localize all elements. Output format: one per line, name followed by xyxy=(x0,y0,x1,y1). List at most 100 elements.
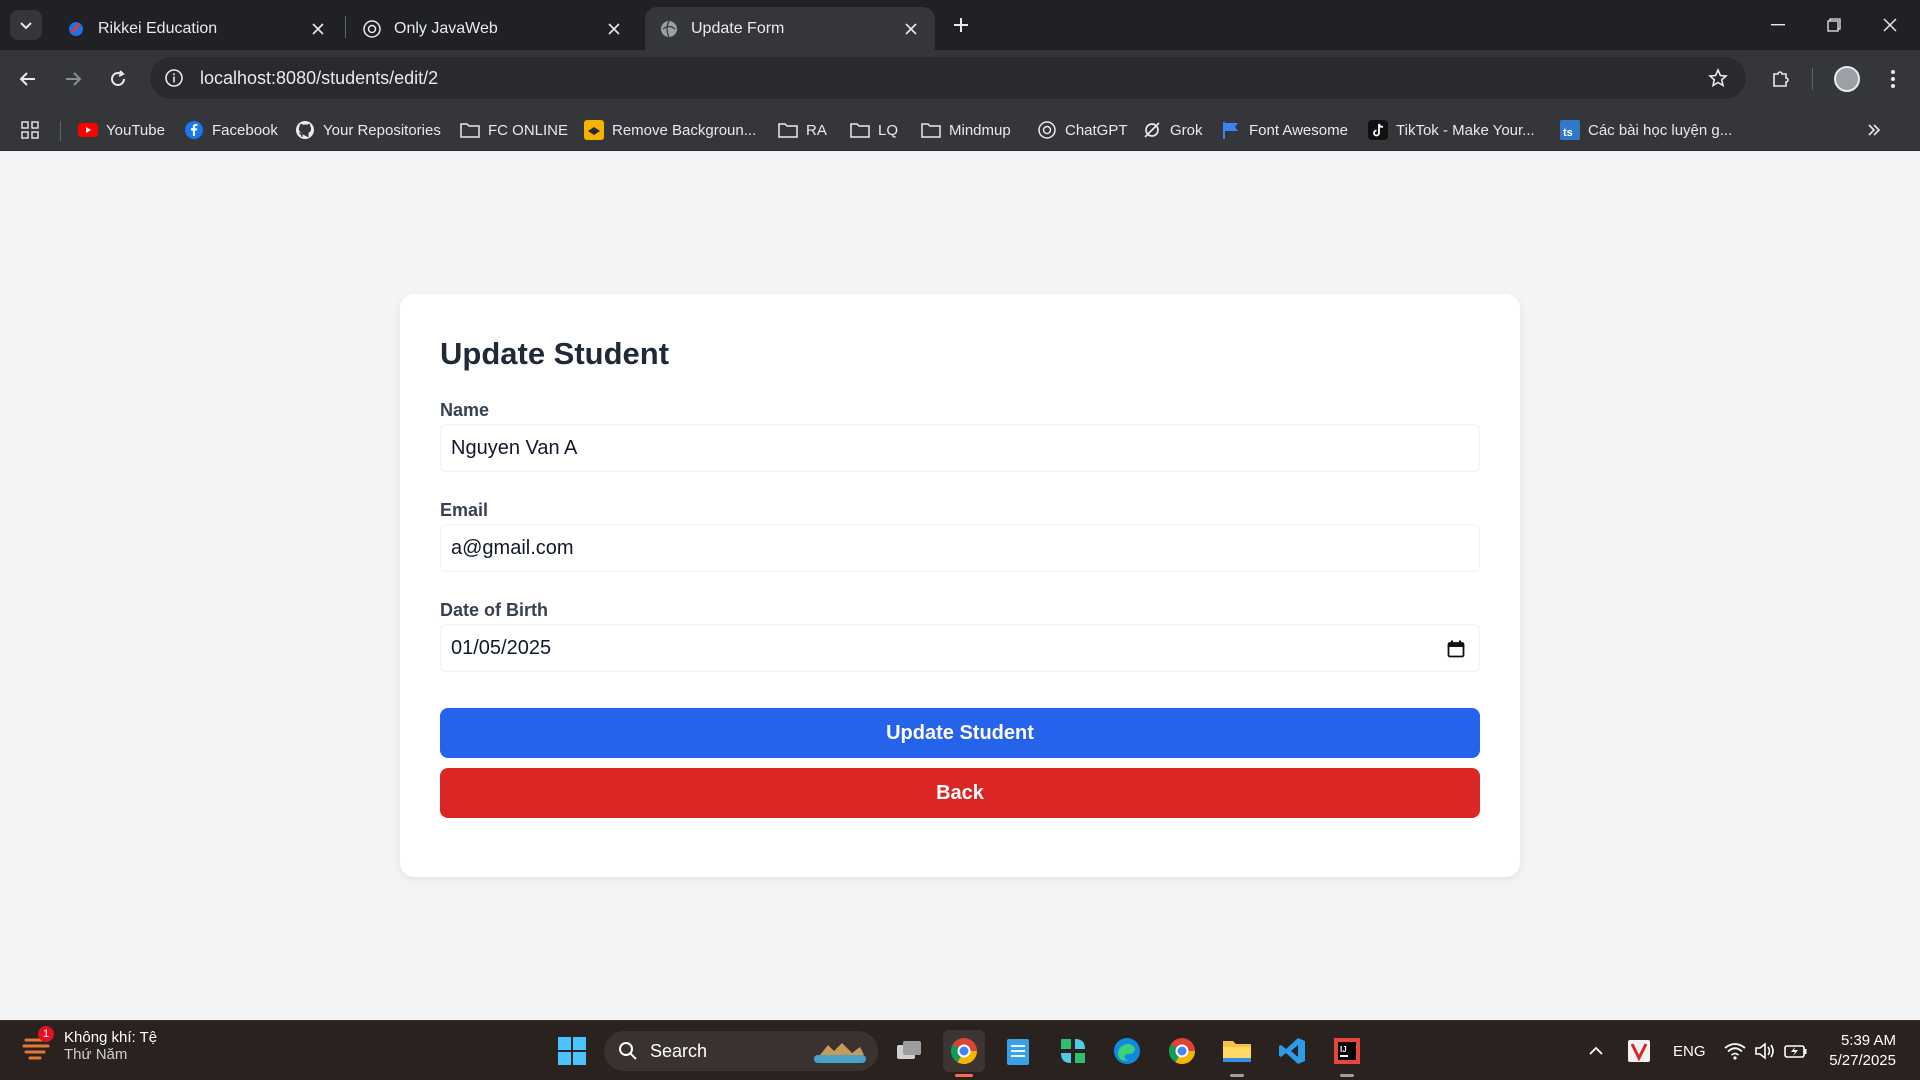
search-label: Search xyxy=(650,1040,708,1061)
bookmark-star-icon[interactable] xyxy=(1706,66,1730,90)
minimize-icon xyxy=(1771,24,1785,26)
new-tab-button[interactable] xyxy=(948,12,974,38)
network-button[interactable] xyxy=(1724,1021,1746,1080)
bookmark-your-repositories[interactable]: Your Repositories xyxy=(295,117,441,143)
v-app-icon xyxy=(1628,1040,1650,1062)
extensions-button[interactable] xyxy=(1764,62,1798,96)
system-clock[interactable]: 5:39 AM 5/27/2025 xyxy=(1829,1031,1896,1071)
bookmark-label: RA xyxy=(806,121,827,139)
bookmark-label: Your Repositories xyxy=(323,121,441,139)
youtube-icon xyxy=(78,120,98,140)
tab-search-button[interactable] xyxy=(10,10,42,40)
taskbar-chrome[interactable] xyxy=(1161,1030,1203,1072)
taskbar-intellij[interactable]: IJ xyxy=(1326,1030,1368,1077)
site-info-icon[interactable] xyxy=(162,66,186,90)
address-bar[interactable]: localhost:8080/students/edit/2 xyxy=(150,57,1746,99)
chatgpt-icon xyxy=(362,19,382,39)
font-awesome-icon xyxy=(1221,120,1241,140)
weather-widget[interactable]: 1 Không khí: Tệ Thứ Năm xyxy=(22,1026,157,1063)
bookmark-chatgpt[interactable]: ChatGPT xyxy=(1037,117,1128,143)
facebook-icon xyxy=(184,120,204,140)
bookmark-fc-online[interactable]: FC ONLINE xyxy=(460,117,568,143)
close-icon[interactable] xyxy=(308,19,328,39)
bookmark-label: FC ONLINE xyxy=(488,121,569,139)
task-view-button[interactable] xyxy=(888,1030,930,1072)
bookmark-ra[interactable]: RA xyxy=(778,117,827,143)
avatar xyxy=(1834,66,1860,92)
name-label: Name xyxy=(440,400,490,420)
restore-icon xyxy=(1827,18,1841,32)
tab-title: Rikkei Education xyxy=(98,19,218,37)
minimize-button[interactable] xyxy=(1750,0,1806,50)
bookmark-mindmup[interactable]: Mindmup xyxy=(921,117,1011,143)
tiktok-icon xyxy=(1368,120,1388,140)
ts-icon: ts xyxy=(1560,120,1580,140)
bookmark-remove-background[interactable]: Remove Backgroun... xyxy=(584,117,756,143)
tab-update-form[interactable]: Update Form xyxy=(645,7,935,50)
bookmarks-overflow-button[interactable] xyxy=(1864,117,1892,143)
start-button[interactable] xyxy=(551,1030,593,1072)
bookmark-label: Grok xyxy=(1170,121,1203,139)
clock-time: 5:39 AM xyxy=(1840,1032,1896,1049)
notepad-icon xyxy=(1007,1039,1029,1065)
volume-button[interactable] xyxy=(1754,1021,1776,1080)
folder-icon xyxy=(460,120,480,140)
update-student-card: Update Student Name Nguyen Van A Email a… xyxy=(400,294,1520,877)
github-icon xyxy=(295,120,315,140)
bookmark-grok[interactable]: Grok xyxy=(1142,117,1203,143)
name-field[interactable]: Nguyen Van A xyxy=(440,424,1480,472)
reload-button[interactable] xyxy=(102,63,134,95)
windows-icon xyxy=(558,1037,586,1065)
bookmark-facebook[interactable]: Facebook xyxy=(184,117,278,143)
bookmark-label: Các bài học luyện g... xyxy=(1588,121,1733,139)
bookmark-label: TikTok - Make Your... xyxy=(1396,121,1535,139)
tab-strip: Rikkei Education Only JavaWeb Update For… xyxy=(0,0,1920,50)
tab-rikkei-education[interactable]: Rikkei Education xyxy=(52,7,342,50)
close-window-button[interactable] xyxy=(1862,0,1918,50)
taskbar-edge[interactable] xyxy=(1106,1030,1148,1072)
url-text[interactable]: localhost:8080/students/edit/2 xyxy=(200,68,438,89)
taskbar-chrome-active[interactable] xyxy=(943,1030,985,1077)
browser-menu-button[interactable] xyxy=(1876,62,1910,96)
bookmark-label: ChatGPT xyxy=(1065,121,1128,139)
bookmark-divider xyxy=(60,121,61,141)
bookmark-youtube[interactable]: YouTube xyxy=(78,117,165,143)
language-indicator[interactable]: ENG xyxy=(1673,1021,1706,1080)
browser-toolbar: localhost:8080/students/edit/2 xyxy=(0,50,1920,108)
taskbar-app-puzzle[interactable] xyxy=(1052,1030,1094,1072)
bookmark-label: LQ xyxy=(878,121,899,139)
close-icon[interactable] xyxy=(604,19,624,39)
email-field[interactable]: a@gmail.com xyxy=(440,524,1480,572)
tray-app-v[interactable] xyxy=(1628,1021,1650,1080)
taskbar-vscode[interactable] xyxy=(1271,1030,1313,1072)
taskbar-search[interactable]: Search xyxy=(604,1031,878,1071)
bookmark-font-awesome[interactable]: Font Awesome xyxy=(1221,117,1348,143)
wifi-icon xyxy=(1724,1043,1746,1060)
profile-button[interactable] xyxy=(1830,62,1864,96)
dob-label: Date of Birth xyxy=(440,600,548,620)
calendar-icon[interactable] xyxy=(1445,638,1467,660)
forward-nav-button[interactable] xyxy=(57,63,89,95)
plus-icon xyxy=(954,18,968,32)
notification-badge: 1 xyxy=(38,1026,54,1042)
restore-button[interactable] xyxy=(1806,0,1862,50)
apps-grid-icon xyxy=(20,120,40,140)
close-icon[interactable] xyxy=(901,19,921,39)
battery-button[interactable] xyxy=(1784,1021,1808,1080)
apps-button[interactable] xyxy=(20,117,48,143)
dob-field[interactable]: 01/05/2025 xyxy=(440,624,1480,672)
tab-only-javaweb[interactable]: Only JavaWeb xyxy=(348,7,638,50)
bookmark-lq[interactable]: LQ xyxy=(850,117,898,143)
taskbar-file-explorer[interactable] xyxy=(1216,1030,1258,1077)
update-student-button[interactable]: Update Student xyxy=(440,708,1480,758)
back-nav-button[interactable] xyxy=(12,63,44,95)
tab-divider xyxy=(345,16,346,38)
taskbar-notepad[interactable] xyxy=(997,1030,1039,1072)
show-hidden-icons-button[interactable] xyxy=(1588,1021,1604,1080)
bookmark-cac-bai-hoc[interactable]: ts Các bài học luyện g... xyxy=(1560,117,1732,143)
bookmark-label: YouTube xyxy=(106,121,165,139)
bookmark-tiktok[interactable]: TikTok - Make Your... xyxy=(1368,117,1535,143)
back-button[interactable]: Back xyxy=(440,768,1480,818)
vscode-icon xyxy=(1279,1038,1305,1064)
tab-title: Only JavaWeb xyxy=(394,19,498,37)
